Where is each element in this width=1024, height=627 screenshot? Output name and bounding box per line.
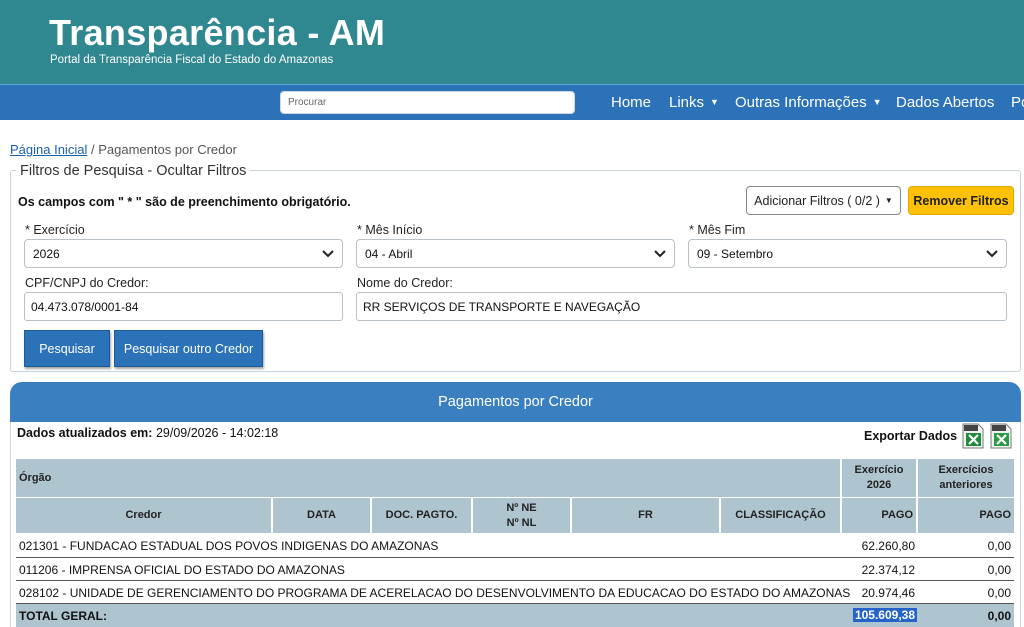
nav-links[interactable]: Links ▼ <box>669 94 719 111</box>
xls-file-icon[interactable] <box>990 423 1012 449</box>
chevron-down-icon <box>322 250 334 258</box>
row-orgao: 011206 - IMPRENSA OFICIAL DO ESTADO DO A… <box>19 563 345 577</box>
th-fr: FR <box>572 498 719 533</box>
nav-outras-label: Outras Informações <box>735 94 867 111</box>
site-header: Transparência - AM Portal da Transparênc… <box>0 0 1024 84</box>
mes-fim-value: 09 - Setembro <box>697 246 774 261</box>
th-credor: Credor <box>16 498 271 533</box>
nav-outras-informacoes[interactable]: Outras Informações ▼ <box>735 94 882 111</box>
total-pago-anterior: 0,00 <box>987 609 1011 623</box>
add-filters-dropdown[interactable]: Adicionar Filtros ( 0/2 ) ▼ <box>746 186 901 215</box>
nav-home-label: Home <box>611 94 652 111</box>
caret-down-icon: ▼ <box>872 97 882 107</box>
data-updated-info: Dados atualizados em: 29/09/2026 - 14:02… <box>17 426 278 440</box>
row-pago-atual: 62.260,80 <box>861 539 915 553</box>
cpf-cnpj-value: 04.473.078/0001-84 <box>31 299 139 314</box>
th-exercicios-anteriores: Exercícios anteriores <box>918 459 1014 497</box>
caret-down-icon: ▼ <box>710 97 719 107</box>
row-pago-anterior: 0,00 <box>987 539 1011 553</box>
mes-inicio-select[interactable]: 04 - Abril <box>356 239 675 268</box>
nav-dados-abertos-label: Dados Abertos <box>896 94 995 111</box>
total-label: TOTAL GERAL: <box>19 609 107 623</box>
nome-credor-input[interactable]: RR SERVIÇOS DE TRANSPORTE E NAVEGAÇÃO <box>356 292 1007 321</box>
nav-dados-abertos[interactable]: Dados Abertos <box>896 94 994 111</box>
updated-label: Dados atualizados em: <box>17 426 153 440</box>
nav-truncated-item[interactable]: Po <box>1011 94 1024 111</box>
breadcrumb-home-link[interactable]: Página Inicial <box>10 142 87 157</box>
th-data: DATA <box>273 498 370 533</box>
search-button[interactable]: Pesquisar <box>24 330 110 367</box>
exercicio-label: * Exercício <box>25 223 85 237</box>
total-pago-atual[interactable]: 105.609,38 <box>852 608 917 622</box>
export-data-label: Exportar Dados <box>864 429 958 443</box>
row-pago-atual: 22.374,12 <box>861 563 915 577</box>
site-subtitle: Portal da Transparência Fiscal do Estado… <box>50 54 334 66</box>
updated-value: 29/09/2026 - 14:02:18 <box>155 426 279 440</box>
remove-filters-button[interactable]: Remover Filtros <box>908 186 1014 215</box>
add-filters-label: Adicionar Filtros ( 0/2 ) <box>754 193 880 208</box>
cpf-cnpj-label: CPF/CNPJ do Credor: <box>25 276 149 290</box>
row-orgao: 028102 - UNIDADE DE GERENCIAMENTO DO PRO… <box>19 586 851 600</box>
mes-inicio-value: 04 - Abril <box>365 246 413 261</box>
mes-fim-select[interactable]: 09 - Setembro <box>688 239 1007 268</box>
th-pago-atual: PAGO <box>842 498 916 533</box>
main-navbar: Home Links ▼ Outras Informações ▼ Dados Ab… <box>0 84 1024 120</box>
th-orgao: Órgão <box>16 459 840 497</box>
nome-credor-label: Nome do Credor: <box>357 276 453 290</box>
nav-home[interactable]: Home <box>611 94 651 111</box>
row-divider <box>16 557 1014 558</box>
row-orgao: 021301 - FUNDACAO ESTADUAL DOS POVOS IND… <box>19 539 439 553</box>
results-title-bar: Pagamentos por Credor <box>10 382 1021 422</box>
exercicio-select[interactable]: 2026 <box>24 239 343 268</box>
breadcrumb: Página Inicial / Pagamentos por Credor <box>10 142 237 157</box>
row-divider <box>16 580 1014 581</box>
breadcrumb-separator: / <box>90 142 95 157</box>
nav-links-label: Links <box>669 94 705 111</box>
th-doc-pagto: DOC. PAGTO. <box>372 498 471 533</box>
row-pago-atual: 20.974,46 <box>861 586 915 600</box>
mes-fim-label: * Mês Fim <box>689 223 746 237</box>
cpf-cnpj-input[interactable]: 04.473.078/0001-84 <box>24 292 343 321</box>
caret-down-icon: ▼ <box>884 196 893 205</box>
th-exercicio-atual: Exercício 2026 <box>842 459 916 497</box>
search-input[interactable] <box>280 91 575 114</box>
site-title[interactable]: Transparência - AM <box>49 12 385 54</box>
exercicio-value: 2026 <box>33 246 60 261</box>
nav-truncated-label: Po <box>1011 94 1024 111</box>
row-pago-anterior: 0,00 <box>987 563 1011 577</box>
required-fields-note: Os campos com " * " são de preenchimento… <box>18 195 351 209</box>
chevron-down-icon <box>654 250 666 258</box>
search-other-creditor-button[interactable]: Pesquisar outro Credor <box>114 330 263 367</box>
chevron-down-icon <box>986 250 998 258</box>
row-pago-anterior: 0,00 <box>987 586 1011 600</box>
th-pago-anterior: PAGO <box>918 498 1014 533</box>
filters-legend-toggle[interactable]: Filtros de Pesquisa - Ocultar Filtros <box>16 163 251 179</box>
mes-inicio-label: * Mês Início <box>357 223 423 237</box>
breadcrumb-current: Pagamentos por Credor <box>98 142 237 157</box>
th-classificacao: CLASSIFICAÇÃO <box>721 498 840 533</box>
csv-file-icon[interactable] <box>962 423 984 449</box>
nome-credor-value: RR SERVIÇOS DE TRANSPORTE E NAVEGAÇÃO <box>363 299 641 314</box>
th-ne-nl: Nº NE Nº NL <box>473 498 570 533</box>
